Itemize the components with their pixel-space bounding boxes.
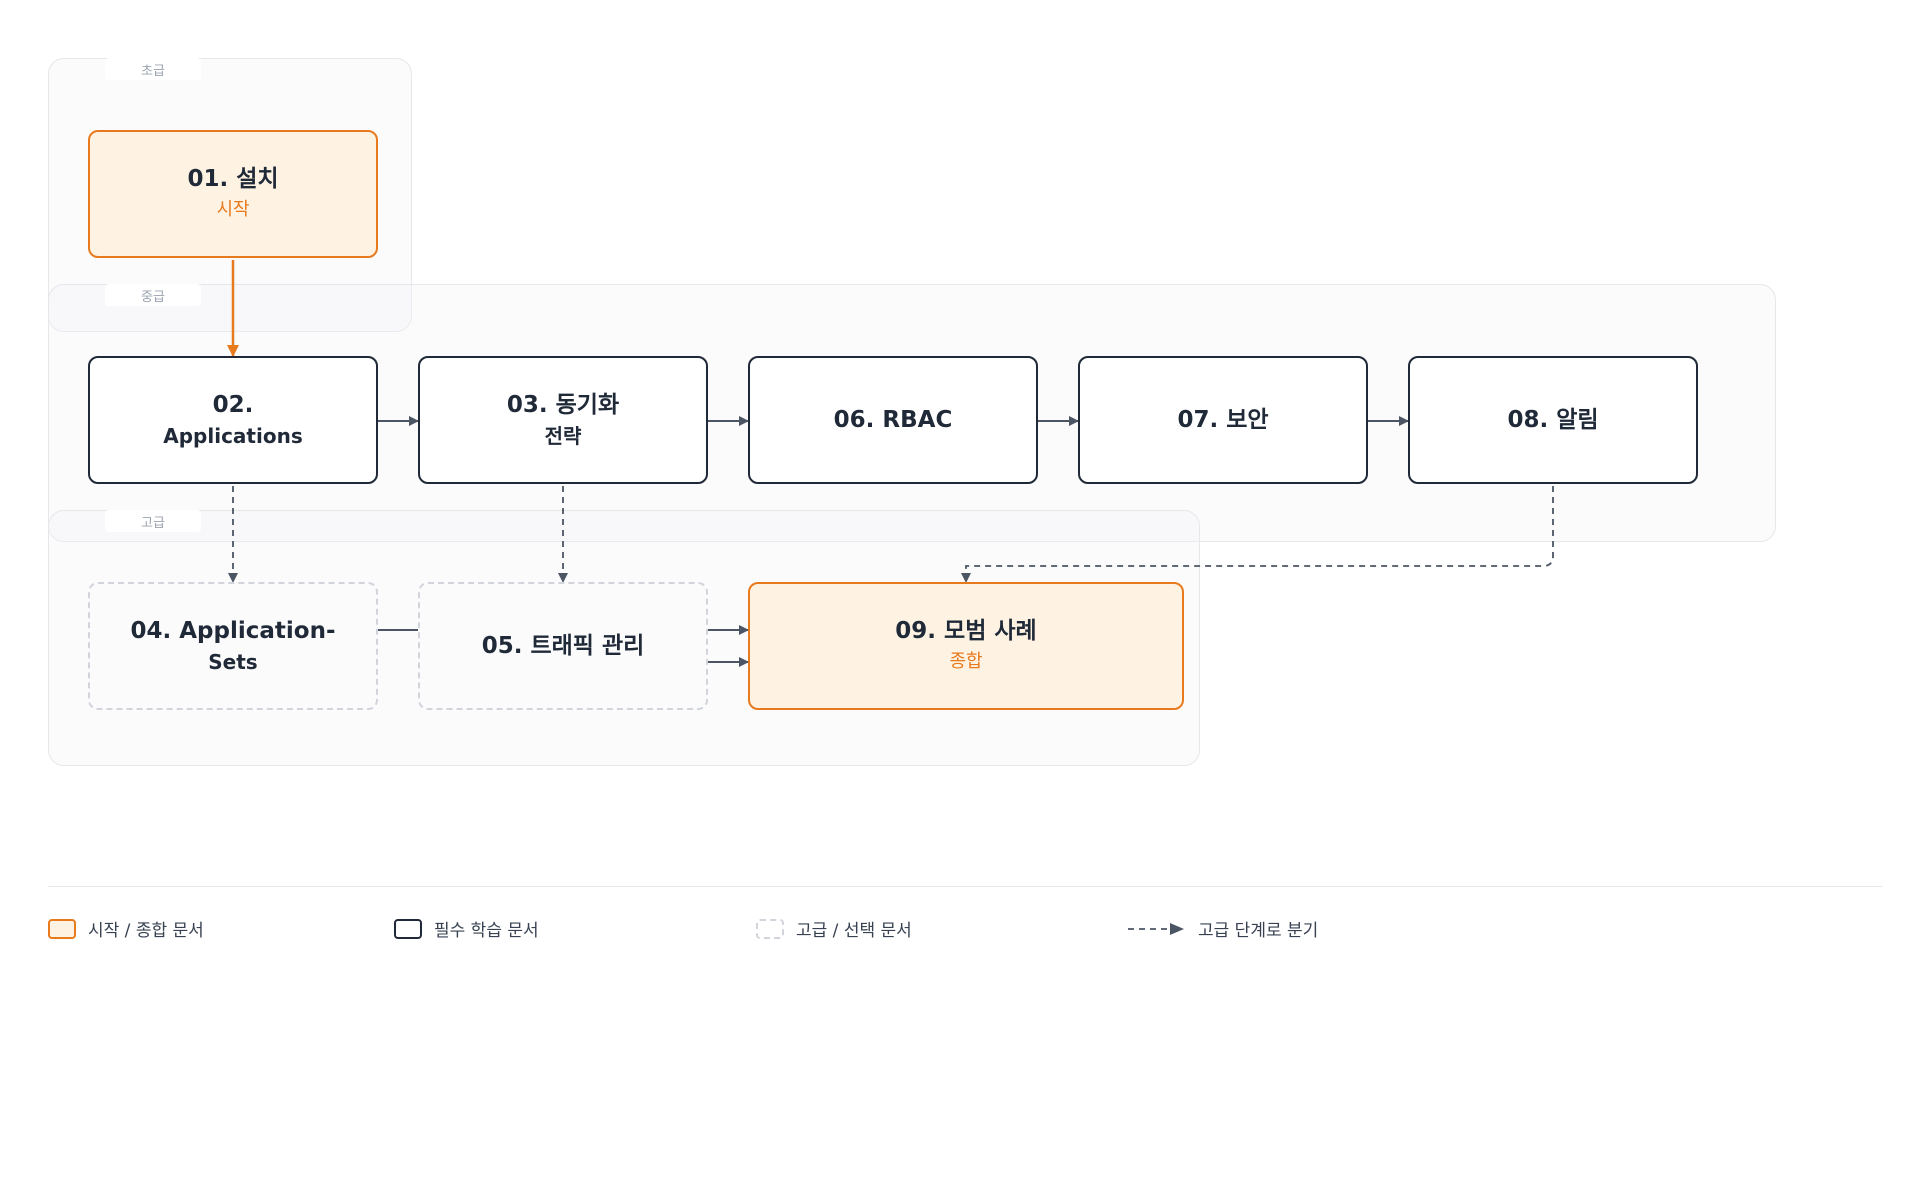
legend-divider [48,886,1882,887]
node-04-title: 04. Application- [130,618,336,644]
node-02-title: 02. [212,392,254,418]
node-05-traffic-management[interactable]: 05. 트래픽 관리 [418,582,708,710]
node-01-install[interactable]: 01. 설치 시작 [88,130,378,258]
dashed-arrow-icon [1128,922,1184,935]
node-06-title: 06. RBAC [833,407,953,433]
node-02-sub: Applications [163,424,303,448]
legend-required: 필수 학습 문서 [394,916,539,941]
legend-swatch-optional [756,918,784,939]
node-04-applicationsets[interactable]: 04. Application- Sets [88,582,378,710]
node-01-sub: 시작 [216,199,250,220]
legend-label-optional: 고급 / 선택 문서 [796,921,912,941]
legend-swatch-start-end [48,918,76,939]
node-07-title: 07. 보안 [1177,407,1269,433]
legend-branch: 고급 단계로 분기 [1126,916,1318,941]
node-03-sync-strategy[interactable]: 03. 동기화 전략 [418,356,708,484]
edge-08-09 [961,486,1554,583]
node-08-title: 08. 알림 [1507,407,1599,433]
node-09-title: 09. 모범 사례 [895,618,1037,644]
node-03-sub: 전략 [544,424,582,448]
node-01-title: 01. 설치 [187,166,279,192]
node-05-title: 05. 트래픽 관리 [481,633,645,659]
node-02-applications[interactable]: 02. Applications [88,356,378,484]
node-07-security[interactable]: 07. 보안 [1078,356,1368,484]
legend-label-branch: 고급 단계로 분기 [1198,921,1319,941]
legend-optional: 고급 / 선택 문서 [756,916,912,941]
node-04-sub: Sets [208,650,258,674]
node-09-best-practices[interactable]: 09. 모범 사례 종합 [748,582,1184,710]
legend-label-start-end: 시작 / 종합 문서 [88,921,204,941]
legend-start-end: 시작 / 종합 문서 [48,916,204,941]
node-06-rbac[interactable]: 06. RBAC [748,356,1038,484]
node-09-sub: 종합 [949,651,983,672]
node-03-title: 03. 동기화 [506,392,620,418]
legend-label-required: 필수 학습 문서 [434,921,539,941]
node-08-notifications[interactable]: 08. 알림 [1408,356,1698,484]
legend-swatch-required [394,918,422,939]
